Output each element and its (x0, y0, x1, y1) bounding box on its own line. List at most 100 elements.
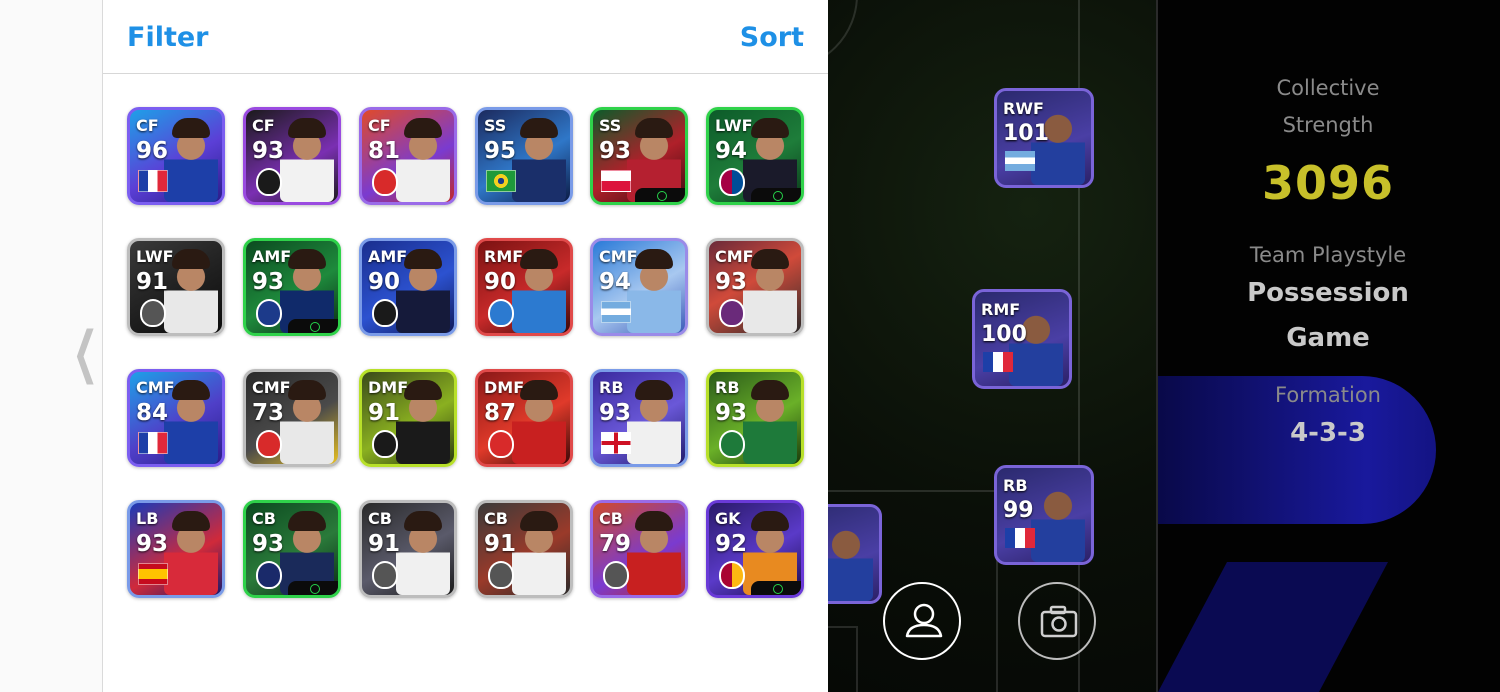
player-rating: 91 (484, 531, 517, 557)
player-position: GK (715, 509, 741, 528)
player-rating: 93 (136, 531, 169, 557)
player-position: CMF (136, 378, 175, 397)
screen: ❮ Collective Strength 3096 Team Playstyl… (0, 0, 1500, 692)
skill-indicator-icon (751, 581, 801, 595)
collective-strength-label-1: Collective (1276, 76, 1380, 100)
player-rating: 100 (981, 322, 1027, 347)
flag-poland-icon (601, 170, 631, 192)
player-card[interactable]: CB 91 (359, 500, 457, 598)
player-card[interactable]: CB 79 (590, 500, 688, 598)
player-rating: 95 (484, 138, 517, 164)
player-hair (635, 380, 673, 400)
player-card[interactable]: SS 93 (590, 107, 688, 205)
player-card[interactable]: CMF 73 (243, 369, 341, 467)
left-strip: ❮ (0, 0, 103, 692)
player-rating: 90 (484, 269, 517, 295)
player-hair (172, 511, 210, 531)
player-hair (751, 511, 789, 531)
player-rating: 91 (136, 269, 169, 295)
player-card[interactable]: SS 95 (475, 107, 573, 205)
player-rating: 93 (599, 138, 632, 164)
badge-manutd-icon (488, 430, 514, 458)
flag-france-icon (983, 352, 1013, 372)
player-portrait (1031, 107, 1085, 185)
player-position: RMF (981, 300, 1021, 319)
player-card[interactable]: DMF 91 (359, 369, 457, 467)
flag-france-icon (138, 170, 168, 192)
badge-ennasr-icon (256, 299, 282, 327)
player-rating: 93 (715, 400, 748, 426)
player-card[interactable]: CMF 84 (127, 369, 225, 467)
player-hair (172, 380, 210, 400)
player-card[interactable]: CB 93 (243, 500, 341, 598)
field-player-card-rmf[interactable]: RMF 100 (972, 289, 1072, 389)
flag-france-icon (1005, 528, 1035, 548)
player-position: LWF (715, 116, 753, 135)
player-card[interactable]: LWF 91 (127, 238, 225, 336)
player-card[interactable]: LWF 94 (706, 107, 804, 205)
collective-strength-value: 3096 (1261, 156, 1395, 210)
player-rating: 93 (599, 400, 632, 426)
player-position: CF (252, 116, 275, 135)
player-card[interactable]: RB 93 (706, 369, 804, 467)
player-card[interactable]: DMF 87 (475, 369, 573, 467)
player-position: DMF (484, 378, 525, 397)
player-card[interactable]: CF 93 (243, 107, 341, 205)
badge-generic-icon (372, 561, 398, 589)
player-portrait (1031, 484, 1085, 562)
badge-frontale-icon (488, 299, 514, 327)
player-rating: 73 (252, 400, 285, 426)
sort-button[interactable]: Sort (740, 22, 804, 53)
badge-generic-icon (603, 561, 629, 589)
badge-corinthians-icon (372, 430, 398, 458)
flag-england-icon (601, 432, 631, 454)
badge-generic-icon (488, 561, 514, 589)
player-hair (751, 249, 789, 269)
player-portrait (1009, 308, 1063, 386)
player-card[interactable]: CB 91 (475, 500, 573, 598)
player-hair (404, 511, 442, 531)
player-card[interactable]: RB 93 (590, 369, 688, 467)
field-player-card-rb[interactable]: RB 99 (994, 465, 1094, 565)
player-rating: 93 (252, 531, 285, 557)
player-card[interactable]: CF 81 (359, 107, 457, 205)
badge-psg-icon (256, 561, 282, 589)
flag-france-icon (138, 432, 168, 454)
player-position: CB (368, 509, 392, 528)
person-icon (905, 603, 943, 638)
team-playstyle-label: Team Playstyle (1249, 243, 1407, 267)
player-position: RB (1003, 476, 1028, 495)
screenshot-button[interactable] (1018, 582, 1096, 660)
player-hair (635, 249, 673, 269)
flag-spain-icon (138, 563, 168, 585)
player-rating: 84 (136, 400, 169, 426)
flag-brazil-icon (486, 170, 516, 192)
player-card[interactable]: LB 93 (127, 500, 225, 598)
player-card[interactable]: RMF 90 (475, 238, 573, 336)
player-card[interactable]: CF 96 (127, 107, 225, 205)
player-rating: 94 (599, 269, 632, 295)
filter-button[interactable]: Filter (127, 22, 209, 53)
player-card[interactable]: AMF 93 (243, 238, 341, 336)
player-card[interactable]: CMF 94 (590, 238, 688, 336)
player-card[interactable]: CMF 93 (706, 238, 804, 336)
player-hair (288, 380, 326, 400)
player-rating: 94 (715, 138, 748, 164)
player-rating: 79 (599, 531, 632, 557)
player-card[interactable]: AMF 90 (359, 238, 457, 336)
player-hair (404, 118, 442, 138)
player-hair (288, 249, 326, 269)
formation-label: Formation (1275, 383, 1381, 407)
badge-udinese-icon (372, 299, 398, 327)
goal-area-line (828, 626, 858, 692)
profile-button[interactable] (883, 582, 961, 660)
player-position: AMF (252, 247, 292, 266)
player-card[interactable]: GK 92 (706, 500, 804, 598)
chevron-left-icon[interactable]: ❮ (73, 320, 99, 385)
player-selection-panel: Filter Sort CF 96 CF 93 CF 81 SS 95 SS 93 LWF 94 LWF… (103, 0, 828, 692)
player-rating: 92 (715, 531, 748, 557)
field-player-card-rwf[interactable]: RWF 101 (994, 88, 1094, 188)
player-hair (288, 118, 326, 138)
player-rating: 101 (1003, 121, 1049, 146)
player-hair (520, 380, 558, 400)
